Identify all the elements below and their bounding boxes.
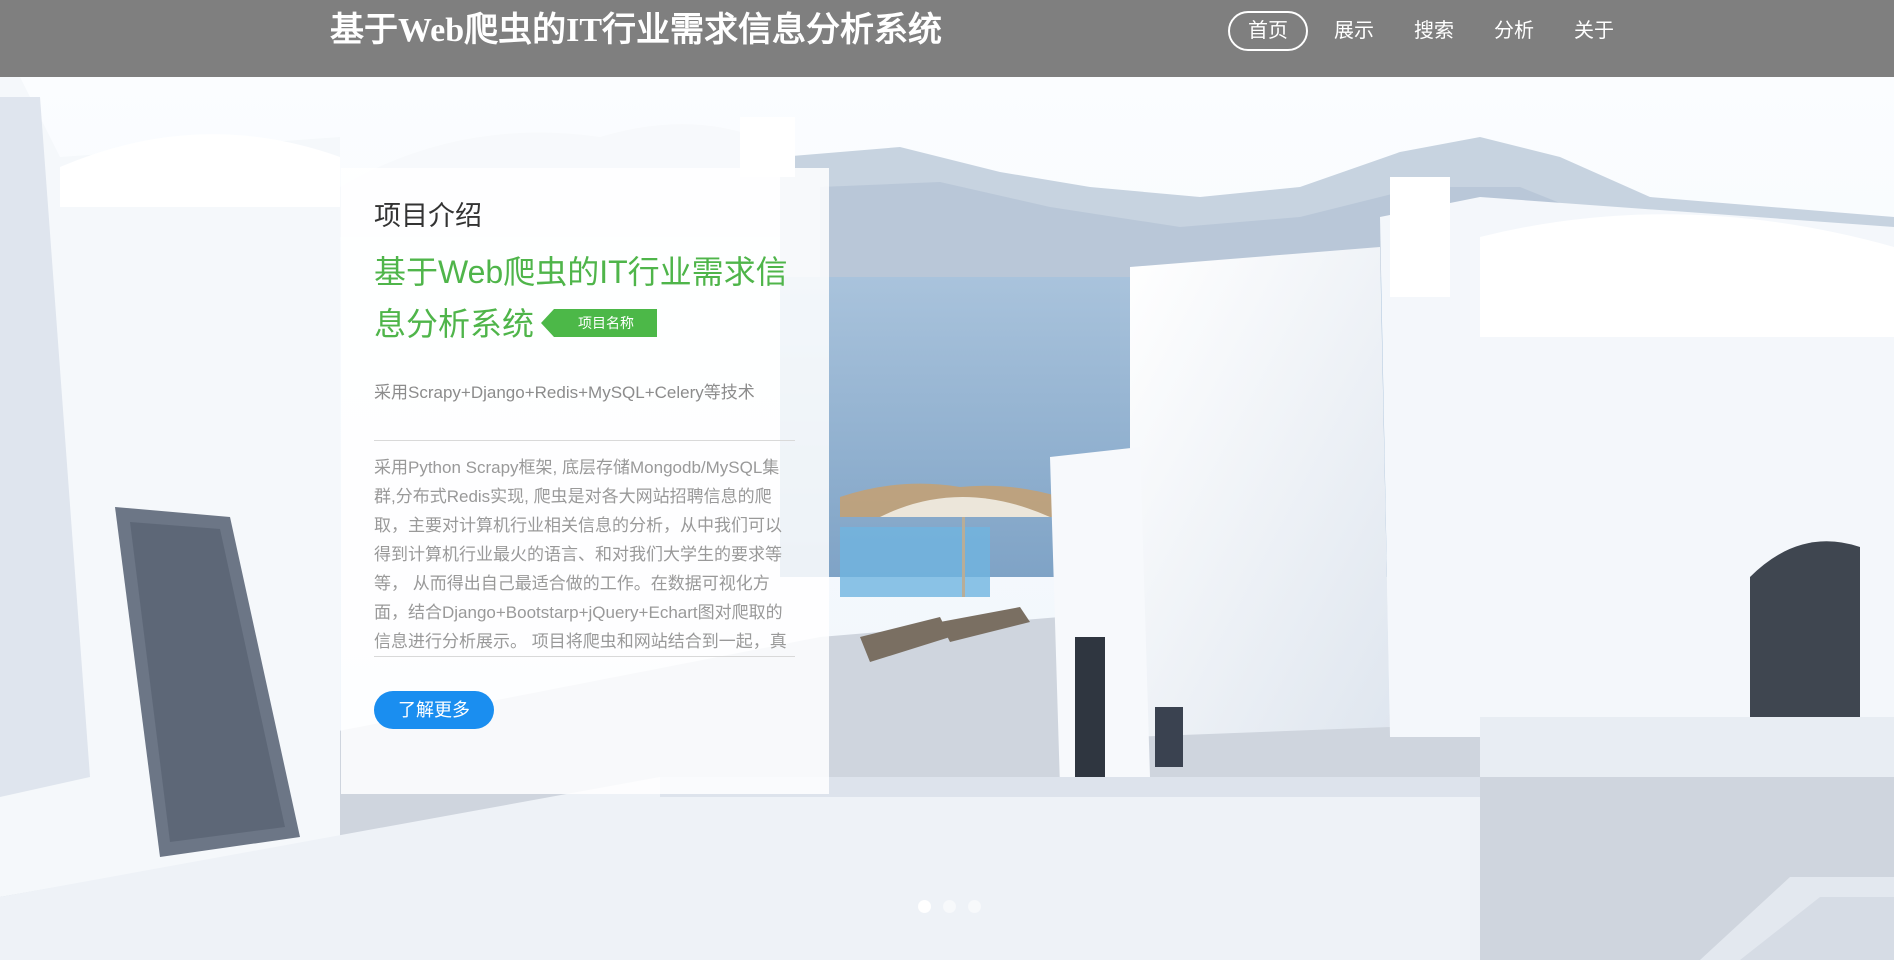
main-nav: 首页 展示 搜索 分析 关于 (1228, 10, 1634, 52)
divider-bottom (374, 656, 795, 657)
top-navbar: 基于Web爬虫的IT行业需求信息分析系统 首页 展示 搜索 分析 关于 (0, 0, 1894, 77)
nav-search[interactable]: 搜索 (1394, 11, 1474, 51)
nav-showcase[interactable]: 展示 (1314, 11, 1394, 51)
project-name-tag: 项目名称 (541, 308, 658, 337)
nav-analysis[interactable]: 分析 (1474, 11, 1554, 51)
learn-more-button[interactable]: 了解更多 (374, 691, 494, 729)
nav-about[interactable]: 关于 (1554, 11, 1634, 51)
card-title-block: 基于Web爬虫的IT行业需求信息分析系统 项目名称 (374, 246, 795, 350)
project-intro-card: 项目介绍 基于Web爬虫的IT行业需求信息分析系统 项目名称 采用Scrapy+D… (341, 168, 829, 794)
card-kicker: 项目介绍 (374, 201, 482, 231)
site-title[interactable]: 基于Web爬虫的IT行业需求信息分析系统 (330, 10, 942, 52)
carousel-indicators (918, 900, 981, 913)
carousel-dot-3[interactable] (968, 900, 981, 913)
nav-home[interactable]: 首页 (1228, 11, 1308, 51)
tech-stack-subtitle: 采用Scrapy+Django+Redis+MySQL+Celery等技术 (374, 383, 755, 402)
hero-scene (0, 77, 1894, 960)
carousel-dot-2[interactable] (943, 900, 956, 913)
carousel-dot-1[interactable] (918, 900, 931, 913)
project-description: 采用Python Scrapy框架, 底层存储Mongodb/MySQL集群,分… (374, 458, 787, 651)
divider-top (374, 440, 795, 441)
hero-background-image (0, 77, 1894, 960)
